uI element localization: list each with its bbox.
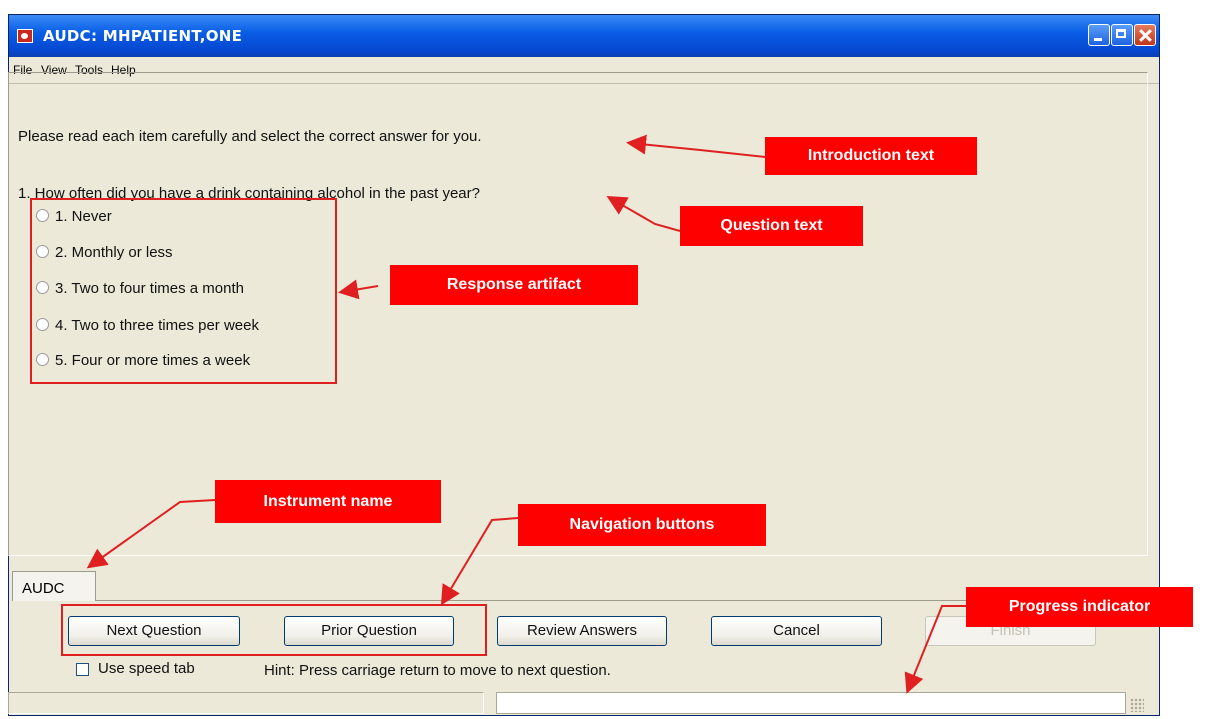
app-icon (17, 29, 33, 43)
resize-grip-icon[interactable] (1130, 698, 1144, 712)
navigation-highlight-box (61, 604, 487, 656)
title-bar[interactable]: AUDC: MHPATIENT,ONE (9, 15, 1159, 57)
minimize-button[interactable] (1088, 24, 1110, 46)
maximize-button[interactable] (1111, 24, 1133, 46)
response-callout: Response artifact (390, 265, 638, 305)
review-answers-button[interactable]: Review Answers (497, 616, 667, 646)
tab-audc[interactable]: AUDC (12, 571, 96, 601)
hint-text: Hint: Press carriage return to move to n… (264, 662, 611, 679)
window-title: AUDC: MHPATIENT,ONE (43, 27, 243, 45)
introduction-text: Please read each item carefully and sele… (18, 128, 482, 145)
speed-tab-label: Use speed tab (98, 660, 195, 677)
navigation-callout: Navigation buttons (518, 504, 766, 546)
cancel-button[interactable]: Cancel (711, 616, 882, 646)
close-button[interactable] (1134, 24, 1156, 46)
status-bar (8, 690, 1148, 714)
instrument-callout: Instrument name (215, 480, 441, 523)
status-pane (8, 692, 484, 714)
progress-callout: Progress indicator (966, 587, 1193, 627)
response-highlight-box (30, 198, 337, 384)
progress-indicator (496, 692, 1126, 714)
question-callout: Question text (680, 206, 863, 246)
introduction-callout: Introduction text (765, 137, 977, 175)
speed-tab-checkbox[interactable] (76, 663, 89, 676)
